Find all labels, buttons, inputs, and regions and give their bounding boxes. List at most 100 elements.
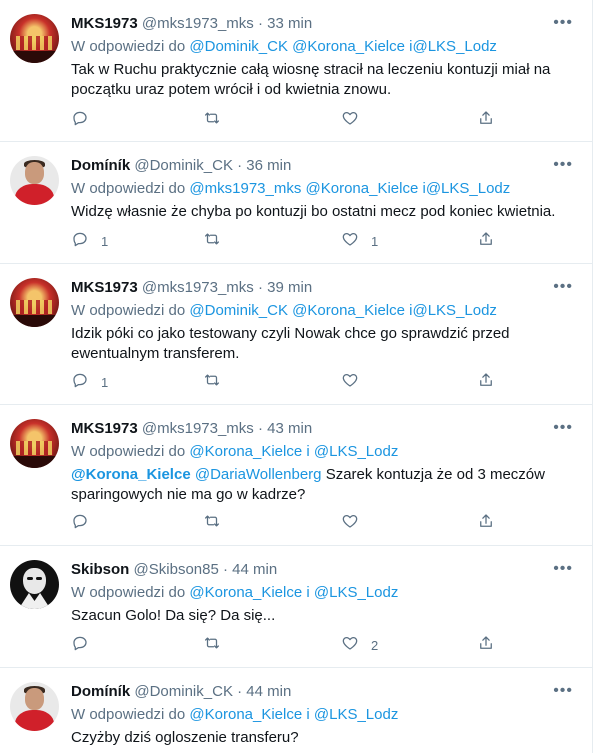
tweet[interactable]: MKS1973 @mks1973_mks · 43 min ••• W odpo… [0, 405, 592, 546]
avatar[interactable] [10, 278, 59, 327]
author-handle-time[interactable]: @mks1973_mks · 39 min [142, 279, 312, 296]
share-button[interactable] [477, 512, 495, 534]
reply-context: W odpowiedzi do @Dominik_CK @Korona_Kiel… [71, 37, 497, 57]
share-button[interactable] [477, 109, 495, 131]
tweet[interactable]: Domíník @Dominik_CK · 44 min ••• W odpow… [0, 668, 592, 753]
mention-link[interactable]: @Korona_Kielce [306, 180, 419, 197]
mention-link[interactable]: @Korona_Kielce [189, 584, 302, 601]
like-button[interactable]: 1 [341, 230, 378, 252]
retweet-icon [203, 371, 221, 394]
reply-conjunction: i [306, 584, 310, 601]
author-name[interactable]: Skibson [71, 561, 129, 578]
author-handle-time[interactable]: @Skibson85 · 44 min [134, 561, 278, 578]
avatar[interactable] [10, 419, 59, 468]
tweet-text-line: @Korona_Kielce @DariaWollenberg Szarek k… [71, 465, 571, 485]
mention-link[interactable]: @Dominik_CK [189, 302, 288, 319]
reply-icon [71, 634, 89, 657]
tweet-text-line: Widzę własnie że chyba po kontuzji bo os… [71, 203, 556, 220]
tweet-text-line: Szacun Golo! Da się? Da się... [71, 607, 276, 624]
reply-prefix: W odpowiedzi do [71, 443, 190, 460]
retweet-button[interactable] [203, 634, 221, 656]
avatar[interactable] [10, 560, 59, 609]
more-icon[interactable]: ••• [553, 14, 573, 32]
share-icon [477, 512, 495, 535]
share-button[interactable] [477, 634, 495, 656]
author-name[interactable]: MKS1973 [71, 420, 138, 437]
tweet-feed: MKS1973 @mks1973_mks · 33 min ••• W odpo… [0, 0, 593, 753]
like-count: 2 [371, 637, 379, 653]
reply-button[interactable]: 1 [71, 230, 108, 252]
author-name[interactable]: Domíník [71, 157, 130, 174]
tweet-actions: 1 1 [71, 230, 511, 252]
retweet-button[interactable] [203, 371, 221, 393]
reply-conjunction: i [306, 443, 310, 460]
retweet-icon [203, 230, 221, 253]
mention-link[interactable]: @LKS_Lodz [314, 584, 398, 601]
retweet-icon [203, 109, 221, 132]
mention-link[interactable]: @LKS_Lodz [314, 706, 398, 723]
mention-link[interactable]: @Korona_Kielce [71, 466, 191, 483]
heart-icon [341, 512, 359, 535]
more-icon[interactable]: ••• [553, 156, 573, 174]
mention-link[interactable]: @Korona_Kielce [189, 706, 302, 723]
tweet-text: Szacun Golo! Da się? Da się... [71, 606, 571, 626]
avatar[interactable] [10, 14, 59, 63]
heart-icon [341, 230, 359, 253]
author-name[interactable]: Domíník [71, 683, 130, 700]
mention-link[interactable]: @Korona_Kielce [292, 38, 405, 55]
tweet[interactable]: MKS1973 @mks1973_mks · 33 min ••• W odpo… [0, 0, 592, 142]
more-icon[interactable]: ••• [553, 419, 573, 437]
mention-link[interactable]: @Dominik_CK [189, 38, 288, 55]
more-icon[interactable]: ••• [553, 560, 573, 578]
author-name[interactable]: MKS1973 [71, 279, 138, 296]
heart-icon [341, 109, 359, 132]
author-handle-time[interactable]: @Dominik_CK · 44 min [134, 683, 291, 700]
tweet-actions [71, 109, 511, 131]
mention-link[interactable]: @mks1973_mks [189, 180, 301, 197]
mention-link[interactable]: @LKS_Lodz [412, 38, 496, 55]
tweet-text: @Korona_Kielce @DariaWollenberg Szarek k… [71, 465, 571, 505]
author-name[interactable]: MKS1973 [71, 15, 138, 32]
mention-link[interactable]: @DariaWollenberg [195, 466, 322, 483]
reply-icon [71, 230, 89, 253]
tweet-actions: 1 [71, 371, 511, 393]
avatar[interactable] [10, 156, 59, 205]
mention-link[interactable]: @Korona_Kielce [292, 302, 405, 319]
tweet-text-line: sparingowych nie ma go w kadrze? [71, 486, 306, 503]
more-icon[interactable]: ••• [553, 682, 573, 700]
mention-link[interactable]: @Korona_Kielce [189, 443, 302, 460]
reply-button[interactable] [71, 512, 101, 534]
like-button[interactable]: 2 [341, 634, 378, 656]
mention-link[interactable]: @LKS_Lodz [314, 443, 398, 460]
tweet[interactable]: Domíník @Dominik_CK · 36 min ••• W odpow… [0, 142, 592, 264]
tweet-actions [71, 512, 511, 534]
share-icon [477, 230, 495, 253]
retweet-button[interactable] [203, 512, 221, 534]
retweet-button[interactable] [203, 230, 221, 252]
author-handle-time[interactable]: @mks1973_mks · 43 min [142, 420, 312, 437]
reply-context: W odpowiedzi do @Korona_Kielce i @LKS_Lo… [71, 442, 398, 462]
avatar[interactable] [10, 682, 59, 731]
tweet[interactable]: MKS1973 @mks1973_mks · 39 min ••• W odpo… [0, 264, 592, 405]
share-button[interactable] [477, 371, 495, 393]
author-handle-time[interactable]: @Dominik_CK · 36 min [134, 157, 291, 174]
like-button[interactable] [341, 109, 371, 131]
like-button[interactable] [341, 371, 371, 393]
reply-icon [71, 109, 89, 132]
reply-button[interactable] [71, 109, 101, 131]
reply-prefix: W odpowiedzi do [71, 706, 190, 723]
mention-link[interactable]: @LKS_Lodz [412, 302, 496, 319]
like-button[interactable] [341, 512, 371, 534]
reply-context: W odpowiedzi do @Korona_Kielce i @LKS_Lo… [71, 705, 398, 725]
reply-prefix: W odpowiedzi do [71, 38, 190, 55]
tweet[interactable]: Skibson @Skibson85 · 44 min ••• W odpowi… [0, 546, 592, 668]
author-handle-time[interactable]: @mks1973_mks · 33 min [142, 15, 312, 32]
retweet-button[interactable] [203, 109, 221, 131]
reply-icon [71, 512, 89, 535]
mention-link[interactable]: @LKS_Lodz [426, 180, 510, 197]
reply-context: W odpowiedzi do @mks1973_mks @Korona_Kie… [71, 179, 510, 199]
reply-button[interactable]: 1 [71, 371, 108, 393]
reply-button[interactable] [71, 634, 101, 656]
more-icon[interactable]: ••• [553, 278, 573, 296]
share-button[interactable] [477, 230, 495, 252]
